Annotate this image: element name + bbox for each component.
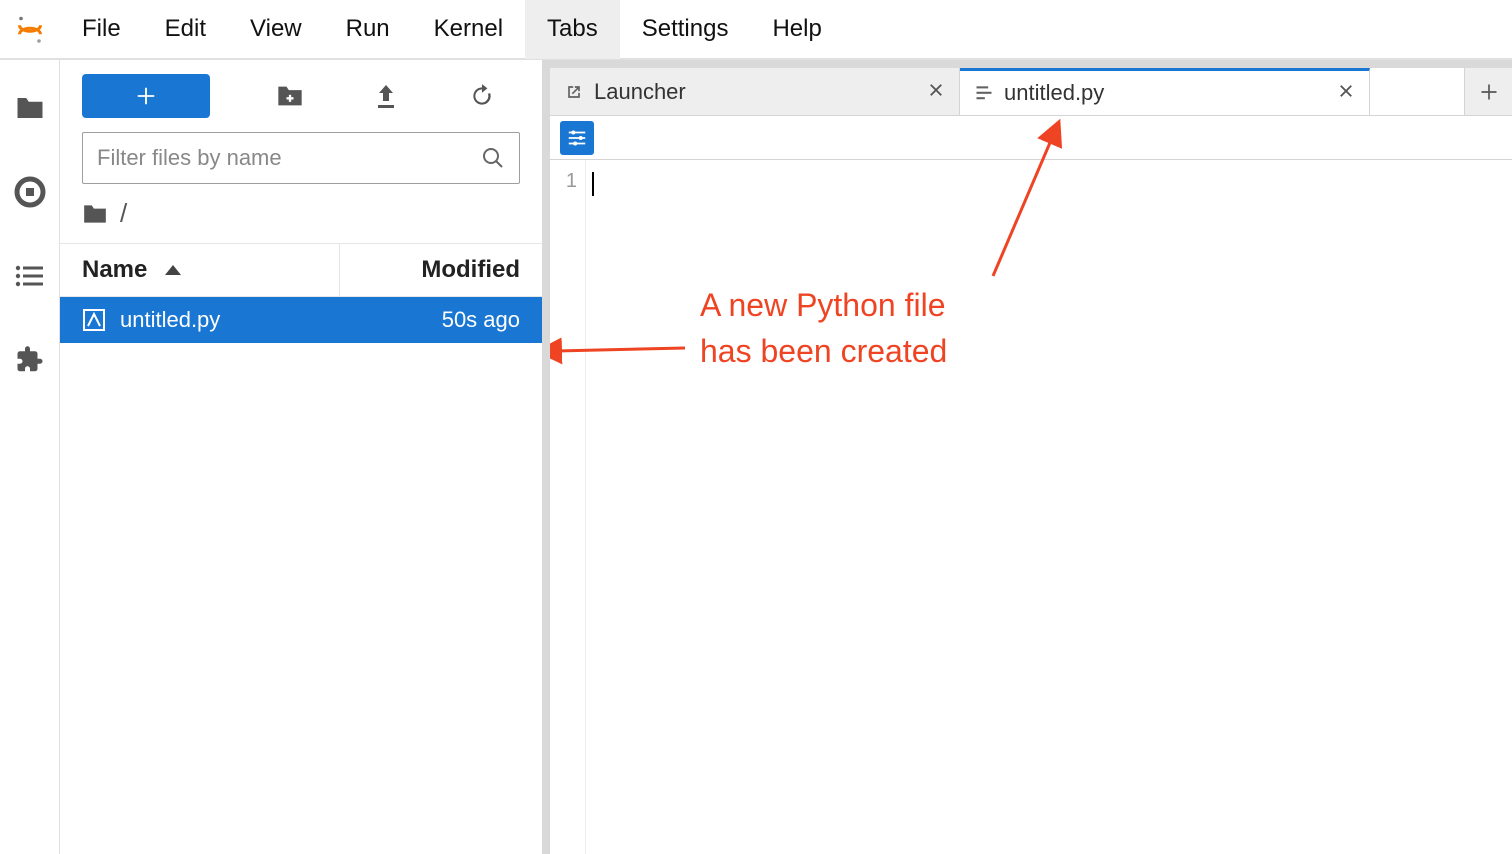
editor-body[interactable]: 1	[550, 160, 1512, 854]
refresh-button[interactable]	[466, 80, 498, 112]
plus-icon	[135, 85, 157, 107]
menu-settings[interactable]: Settings	[620, 0, 751, 59]
editor-toolbar	[550, 116, 1512, 160]
close-icon	[1337, 82, 1355, 100]
filter-wrap	[60, 126, 542, 194]
file-modified-cell: 50s ago	[340, 307, 520, 333]
activity-rail	[0, 60, 60, 854]
refresh-icon	[469, 83, 495, 109]
rail-extensions[interactable]	[12, 342, 48, 378]
new-launcher-button[interactable]	[82, 74, 210, 118]
tab-untitled-py[interactable]: untitled.py	[960, 68, 1370, 115]
sort-asc-icon	[165, 265, 181, 275]
breadcrumb-root: /	[120, 198, 127, 229]
file-name-cell: untitled.py	[82, 307, 340, 333]
menu-kernel[interactable]: Kernel	[412, 0, 525, 59]
list-icon	[15, 265, 45, 287]
column-modified-label: Modified	[421, 256, 520, 284]
menu-help[interactable]: Help	[750, 0, 843, 59]
tab-close-button[interactable]	[1337, 80, 1355, 106]
column-name[interactable]: Name	[82, 244, 340, 296]
filter-input[interactable]	[97, 145, 481, 171]
close-icon	[927, 81, 945, 99]
menu-tabs[interactable]: Tabs	[525, 0, 620, 59]
tab-launcher[interactable]: Launcher	[550, 68, 960, 115]
folder-plus-icon	[276, 84, 304, 108]
jupyter-logo	[0, 14, 60, 44]
menu-file[interactable]: File	[60, 0, 143, 59]
rail-files[interactable]	[12, 90, 48, 126]
work-area: Launcher untitled.py	[550, 60, 1512, 854]
file-row[interactable]: untitled.py 50s ago	[60, 297, 542, 343]
tab-close-button[interactable]	[927, 79, 945, 105]
filter-box[interactable]	[82, 132, 520, 184]
file-columns-header: Name Modified	[60, 243, 542, 297]
puzzle-icon	[15, 345, 45, 375]
text-cursor	[592, 172, 594, 196]
menu-run[interactable]: Run	[324, 0, 412, 59]
menu-view[interactable]: View	[228, 0, 324, 59]
folder-icon	[82, 203, 108, 225]
menu-edit[interactable]: Edit	[143, 0, 228, 59]
upload-icon	[374, 83, 398, 109]
tab-label: Launcher	[594, 79, 686, 105]
tab-bar: Launcher untitled.py	[550, 68, 1512, 116]
editor-settings-button[interactable]	[560, 121, 594, 155]
tab-bar-spacer	[1370, 68, 1464, 115]
launch-icon	[564, 82, 584, 102]
plus-icon	[1479, 82, 1499, 102]
rail-toc[interactable]	[12, 258, 48, 294]
column-modified[interactable]: Modified	[340, 256, 520, 284]
column-name-label: Name	[82, 256, 147, 284]
code-area[interactable]	[586, 160, 594, 854]
file-modified-label: 50s ago	[442, 307, 520, 332]
line-number-gutter: 1	[550, 160, 586, 854]
new-folder-button[interactable]	[274, 80, 306, 112]
folder-icon	[15, 95, 45, 121]
upload-button[interactable]	[370, 80, 402, 112]
sliders-icon	[566, 127, 588, 149]
file-browser-toolbar	[60, 60, 542, 126]
main-container: / Name Modified untitled.py 50s ago	[0, 60, 1512, 854]
tab-label: untitled.py	[1004, 80, 1104, 106]
rail-running[interactable]	[12, 174, 48, 210]
file-browser-panel: / Name Modified untitled.py 50s ago	[60, 60, 550, 854]
add-tab-button[interactable]	[1464, 68, 1512, 115]
breadcrumb[interactable]: /	[60, 194, 542, 243]
line-number: 1	[550, 170, 577, 193]
jupyter-logo-icon	[15, 14, 45, 44]
search-icon	[481, 146, 505, 170]
file-name-label: untitled.py	[120, 307, 220, 333]
python-file-icon	[82, 308, 106, 332]
menubar: File Edit View Run Kernel Tabs Settings …	[0, 0, 1512, 60]
lines-icon	[974, 83, 994, 103]
stop-icon	[14, 176, 46, 208]
